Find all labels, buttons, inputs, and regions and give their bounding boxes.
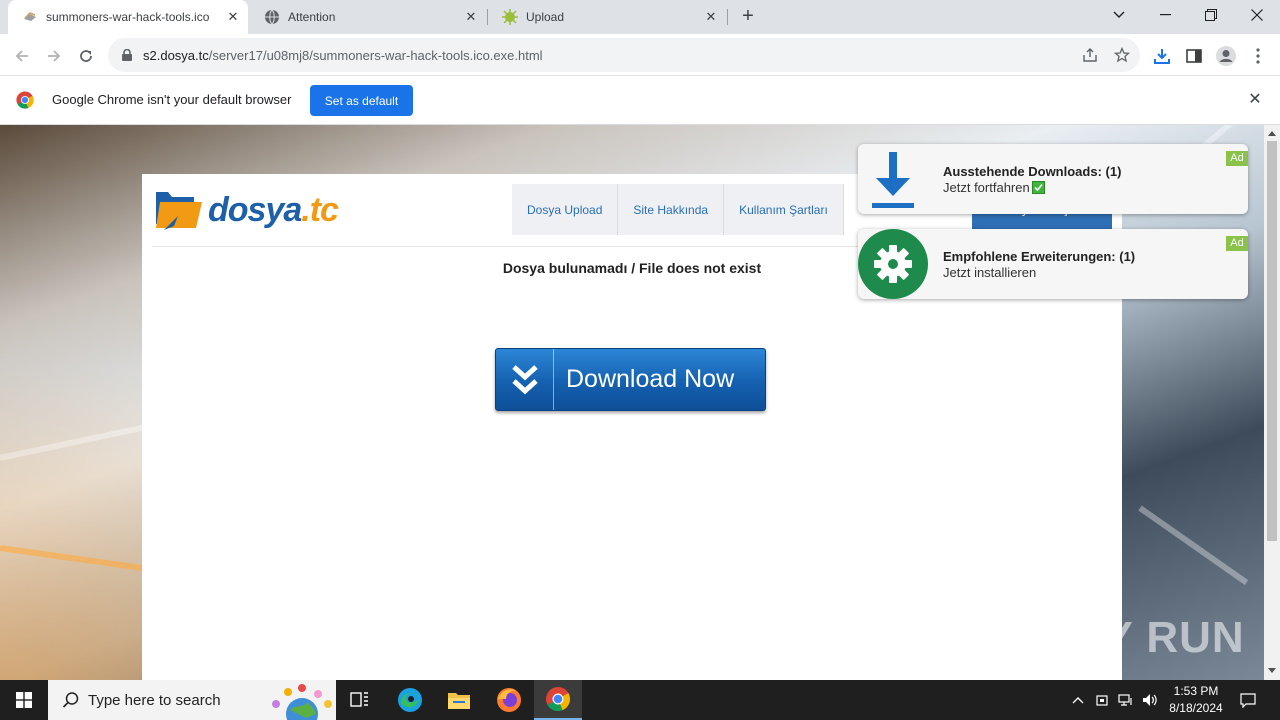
file-explorer-icon[interactable] xyxy=(435,680,483,720)
network-icon[interactable] xyxy=(1116,680,1136,720)
star-icon xyxy=(502,9,518,25)
windows-taskbar: Type here to search 1:53 PM 8/18/2024 xyxy=(0,680,1280,720)
tab-active[interactable]: summoners-war-hack-tools.ico ✕ xyxy=(8,0,248,34)
download-now-button[interactable]: Download Now xyxy=(495,348,766,411)
clock-date: 8/18/2024 xyxy=(1169,701,1223,715)
notification-icon[interactable] xyxy=(1234,680,1262,720)
site-logo[interactable]: dosya.tc xyxy=(154,186,339,234)
nav-dosya-upload[interactable]: Dosya Upload xyxy=(512,184,619,235)
infobar-message: Google Chrome isn't your default browser xyxy=(52,92,292,107)
gear-icon xyxy=(858,229,928,299)
tab-title: summoners-war-hack-tools.ico xyxy=(46,10,210,24)
ad-subtext: Jetzt fortfahren xyxy=(943,180,1045,195)
ad-popup-downloads[interactable]: Ausstehende Downloads: (1) Jetzt fortfah… xyxy=(858,144,1248,214)
search-icon xyxy=(62,692,79,708)
forward-button[interactable] xyxy=(40,42,68,70)
chevron-up-icon[interactable] xyxy=(1068,680,1088,720)
download-icon xyxy=(858,144,928,214)
taskbar-clock[interactable]: 1:53 PM 8/18/2024 xyxy=(1162,683,1230,717)
nav-kullanim-sartlari[interactable]: Kullanım Şartları xyxy=(724,184,844,235)
bookmark-star-icon[interactable] xyxy=(1112,45,1132,65)
ad-subtext: Jetzt installieren xyxy=(943,265,1037,280)
new-tab-button[interactable]: + xyxy=(736,6,760,28)
set-as-default-button[interactable]: Set as default xyxy=(310,85,413,116)
chrome-icon xyxy=(16,91,34,109)
page-scrollbar[interactable] xyxy=(1264,125,1280,680)
default-browser-infobar: Google Chrome isn't your default browser… xyxy=(0,76,1280,125)
minimize-button[interactable] xyxy=(1142,0,1188,30)
firefox-icon[interactable] xyxy=(485,680,533,720)
share-icon[interactable] xyxy=(1080,45,1100,65)
tab-title: Attention xyxy=(288,10,336,24)
downloads-icon[interactable] xyxy=(1148,42,1176,70)
menu-icon[interactable] xyxy=(1244,42,1272,70)
windows-start-icon[interactable] xyxy=(0,680,48,720)
checkmark-icon xyxy=(1031,181,1045,194)
ad-badge: Ad xyxy=(1226,236,1248,251)
clock-time: 1:53 PM xyxy=(1173,684,1219,698)
browser-toolbar: s2.dosya.tc/server17/u08mj8/summoners-wa… xyxy=(0,34,1280,76)
reload-button[interactable] xyxy=(72,42,100,70)
globe-icon xyxy=(264,9,280,25)
logo-text: dosya.tc xyxy=(208,190,339,229)
search-placeholder: Type here to search xyxy=(88,691,221,709)
back-button[interactable] xyxy=(8,42,36,70)
close-tab-icon[interactable]: ✕ xyxy=(462,8,480,26)
close-tab-icon[interactable]: ✕ xyxy=(224,8,242,26)
ad-badge: Ad xyxy=(1226,151,1248,166)
anyrun-watermark: ANY RUN xyxy=(1038,613,1245,662)
tab-attention[interactable]: Attention ✕ xyxy=(250,0,486,34)
task-view-icon[interactable] xyxy=(336,680,384,720)
tab-search-icon[interactable] xyxy=(1096,0,1142,30)
edge-icon[interactable] xyxy=(386,680,434,720)
usb-device-icon[interactable] xyxy=(1092,680,1112,720)
close-window-button[interactable] xyxy=(1234,0,1280,30)
ad-popup-extensions[interactable]: Empfohlene Erweiterungen: (1) Jetzt inst… xyxy=(858,229,1248,299)
ad-heading: Empfohlene Erweiterungen: (1) xyxy=(943,249,1136,264)
earth-hearts-icon xyxy=(272,684,332,720)
double-chevron-down-icon xyxy=(496,349,554,410)
nav-site-hakkinda[interactable]: Site Hakkında xyxy=(618,184,725,235)
profile-avatar[interactable] xyxy=(1212,42,1240,70)
close-tab-icon[interactable]: ✕ xyxy=(702,8,720,26)
side-panel-icon[interactable] xyxy=(1180,42,1208,70)
folder-logo-icon xyxy=(156,192,202,230)
chrome-taskbar-icon[interactable] xyxy=(534,680,582,720)
close-icon[interactable]: ✕ xyxy=(1246,91,1264,109)
tab-title: Upload xyxy=(526,10,565,24)
lock-icon[interactable] xyxy=(120,48,134,62)
tab-strip: summoners-war-hack-tools.ico ✕ Attention… xyxy=(0,0,1280,34)
address-bar[interactable]: s2.dosya.tc/server17/u08mj8/summoners-wa… xyxy=(108,38,1140,72)
taskbar-search-box[interactable]: Type here to search xyxy=(48,680,336,720)
file-icon xyxy=(22,9,38,25)
volume-icon[interactable] xyxy=(1140,680,1160,720)
ad-heading: Ausstehende Downloads: (1) xyxy=(943,164,1122,179)
scrollbar-thumb[interactable] xyxy=(1267,141,1277,541)
url-text: s2.dosya.tc/server17/u08mj8/summoners-wa… xyxy=(143,47,543,63)
download-now-label: Download Now xyxy=(566,365,735,393)
restore-button[interactable] xyxy=(1188,0,1234,30)
tab-upload[interactable]: Upload ✕ xyxy=(488,0,726,34)
site-nav: Dosya Upload Site Hakkında Kullanım Şart… xyxy=(512,184,844,235)
